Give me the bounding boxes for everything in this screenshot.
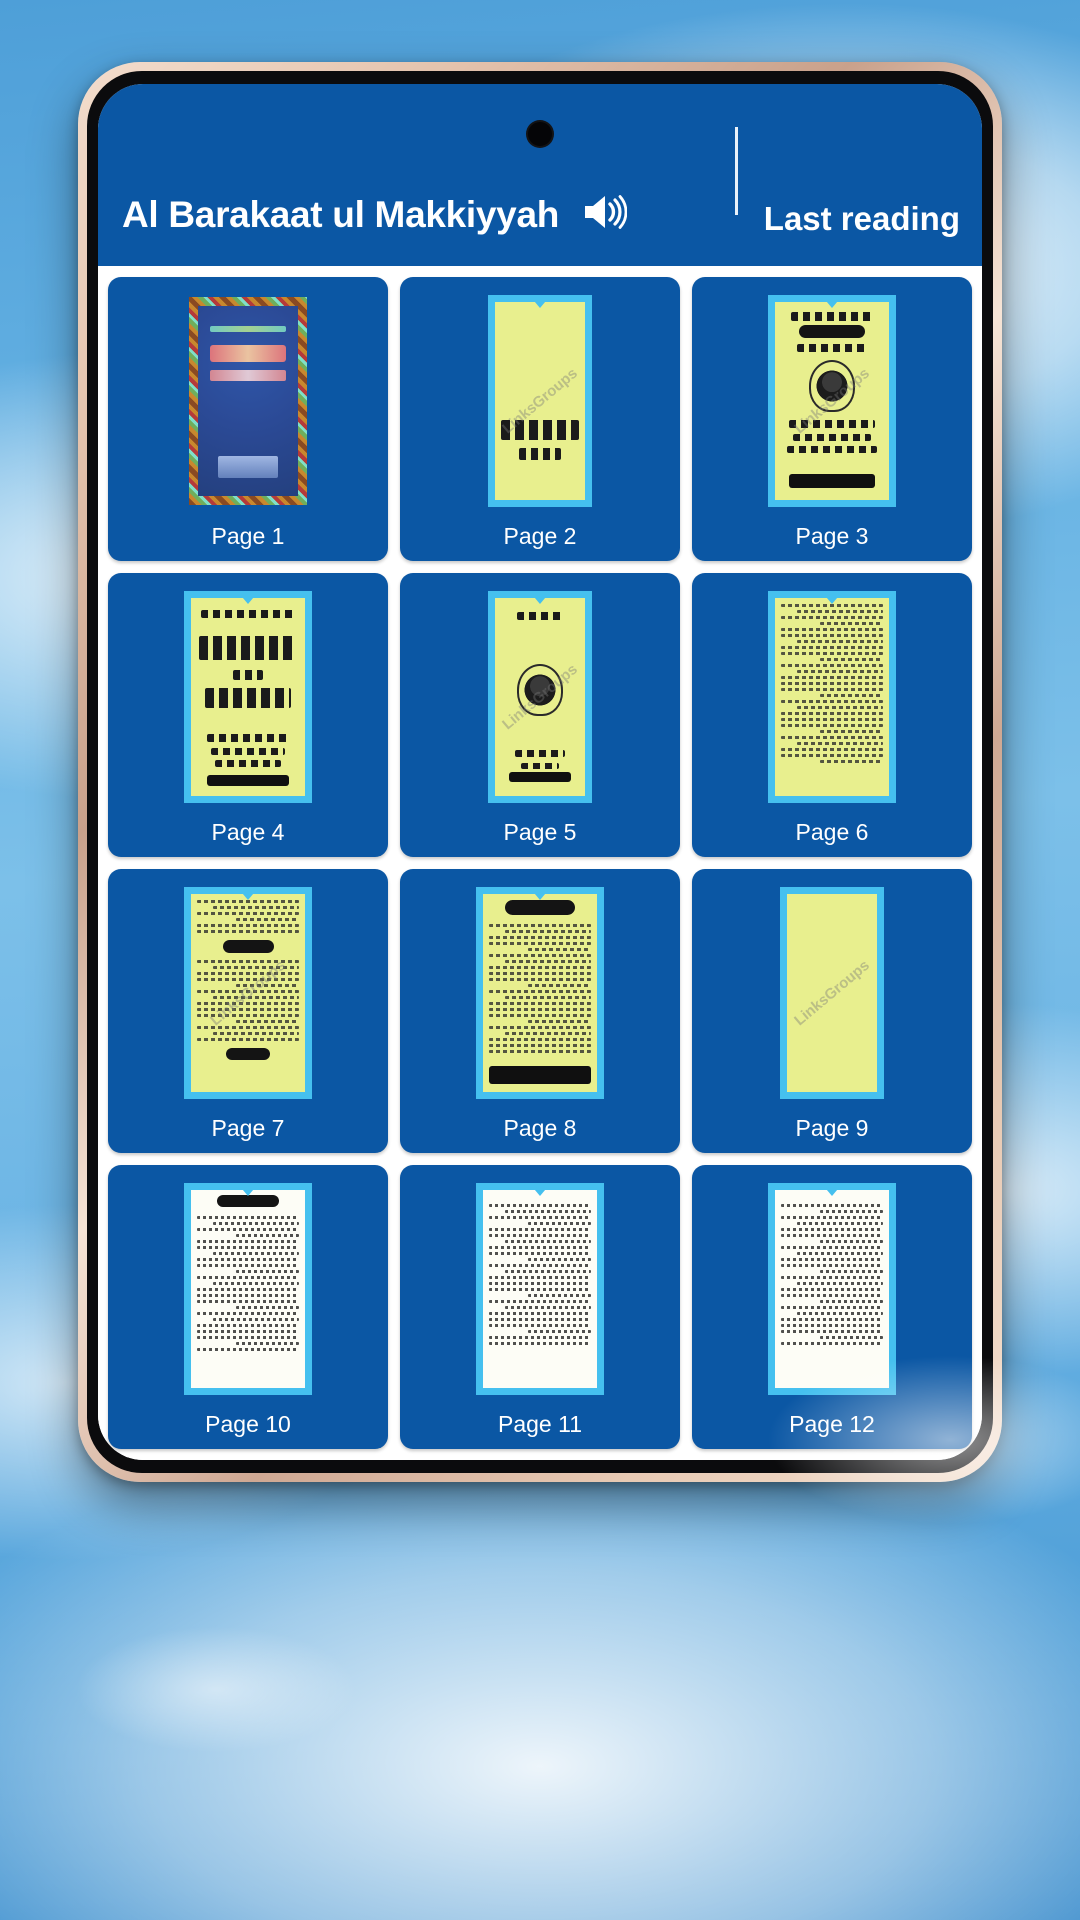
ornate-book-cover-thumb — [189, 296, 307, 505]
front-camera-punch-hole — [526, 120, 554, 148]
page-card-label: Page 8 — [503, 1115, 577, 1141]
page-card[interactable]: Page 8 — [400, 869, 680, 1153]
app-title: Al Barakaat ul Makkiyyah — [122, 193, 560, 235]
page-thumbnail: LinksGroups — [700, 879, 964, 1106]
page-card[interactable]: Page 4 — [108, 573, 388, 857]
page-card-label: Page 4 — [211, 819, 285, 845]
page-card[interactable]: LinksGroups Page 3 — [692, 277, 972, 561]
emblem-page-thumb: LinksGroups — [488, 590, 592, 803]
text-page-heading-thumb: LinksGroups — [184, 886, 312, 1099]
header-divider — [734, 127, 738, 215]
page-card[interactable]: LinksGroups Page 7 — [108, 869, 388, 1153]
page-card-label: Page 5 — [503, 819, 577, 845]
page-thumbnail — [116, 583, 380, 810]
pages-scroll-area[interactable]: Page 1 LinksGroups Page 2 LinksGroups Pa… — [98, 266, 982, 1460]
page-card[interactable]: LinksGroups Page 2 — [400, 277, 680, 561]
page-thumbnail — [116, 287, 380, 514]
watermark: LinksGroups — [791, 956, 873, 1029]
title-page-thumb: LinksGroups — [488, 294, 592, 507]
page-thumbnail: LinksGroups — [116, 879, 380, 1106]
last-reading-button[interactable]: Last reading — [764, 200, 960, 238]
page-card[interactable]: Page 11 — [400, 1165, 680, 1449]
page-card[interactable]: Page 1 — [108, 277, 388, 561]
page-card-label: Page 10 — [205, 1411, 291, 1437]
page-thumbnail — [700, 1175, 964, 1402]
page-card-label: Page 2 — [503, 523, 577, 549]
page-card-label: Page 6 — [795, 819, 869, 845]
page-card-label: Page 7 — [211, 1115, 285, 1141]
page-thumbnail — [408, 1175, 672, 1402]
text-page-white-thumb — [768, 1182, 896, 1395]
page-card-label: Page 12 — [789, 1411, 875, 1437]
app-header-left-group: Al Barakaat ul Makkiyyah — [122, 191, 729, 238]
phone-bezel: Al Barakaat ul Makkiyyah Last reading Pa… — [87, 71, 993, 1473]
app-header-bar: Al Barakaat ul Makkiyyah Last reading — [98, 84, 982, 266]
page-card[interactable]: Page 10 — [108, 1165, 388, 1449]
text-page-banner-thumb — [476, 886, 604, 1099]
page-card[interactable]: Page 6 — [692, 573, 972, 857]
sky-background: Al Barakaat ul Makkiyyah Last reading Pa… — [0, 0, 1080, 1920]
index-page-thumb — [184, 1182, 312, 1395]
page-card[interactable]: LinksGroups Page 9 — [692, 869, 972, 1153]
page-thumbnail: LinksGroups — [700, 287, 964, 514]
page-thumbnail — [116, 1175, 380, 1402]
blank-page-thumb: LinksGroups — [780, 886, 884, 1099]
page-card-label: Page 1 — [211, 523, 285, 549]
arabic-title-page-thumb — [184, 590, 312, 803]
page-card-label: Page 3 — [795, 523, 869, 549]
dense-text-page-thumb — [768, 590, 896, 803]
speaker-icon[interactable] — [581, 191, 628, 238]
page-thumbnail: LinksGroups — [408, 583, 672, 810]
phone-screen: Al Barakaat ul Makkiyyah Last reading Pa… — [98, 84, 982, 1460]
page-thumbnail — [408, 879, 672, 1106]
page-card-label: Page 9 — [795, 1115, 869, 1141]
emblem-title-page-thumb: LinksGroups — [768, 294, 896, 507]
text-page-white-thumb — [476, 1182, 604, 1395]
page-thumbnail: LinksGroups — [408, 287, 672, 514]
phone-device-frame: Al Barakaat ul Makkiyyah Last reading Pa… — [78, 62, 1002, 1482]
page-thumbnail — [700, 583, 964, 810]
page-card-label: Page 11 — [498, 1411, 582, 1437]
page-card[interactable]: LinksGroups Page 5 — [400, 573, 680, 857]
pages-grid: Page 1 LinksGroups Page 2 LinksGroups Pa… — [108, 277, 972, 1449]
page-card[interactable]: Page 12 — [692, 1165, 972, 1449]
